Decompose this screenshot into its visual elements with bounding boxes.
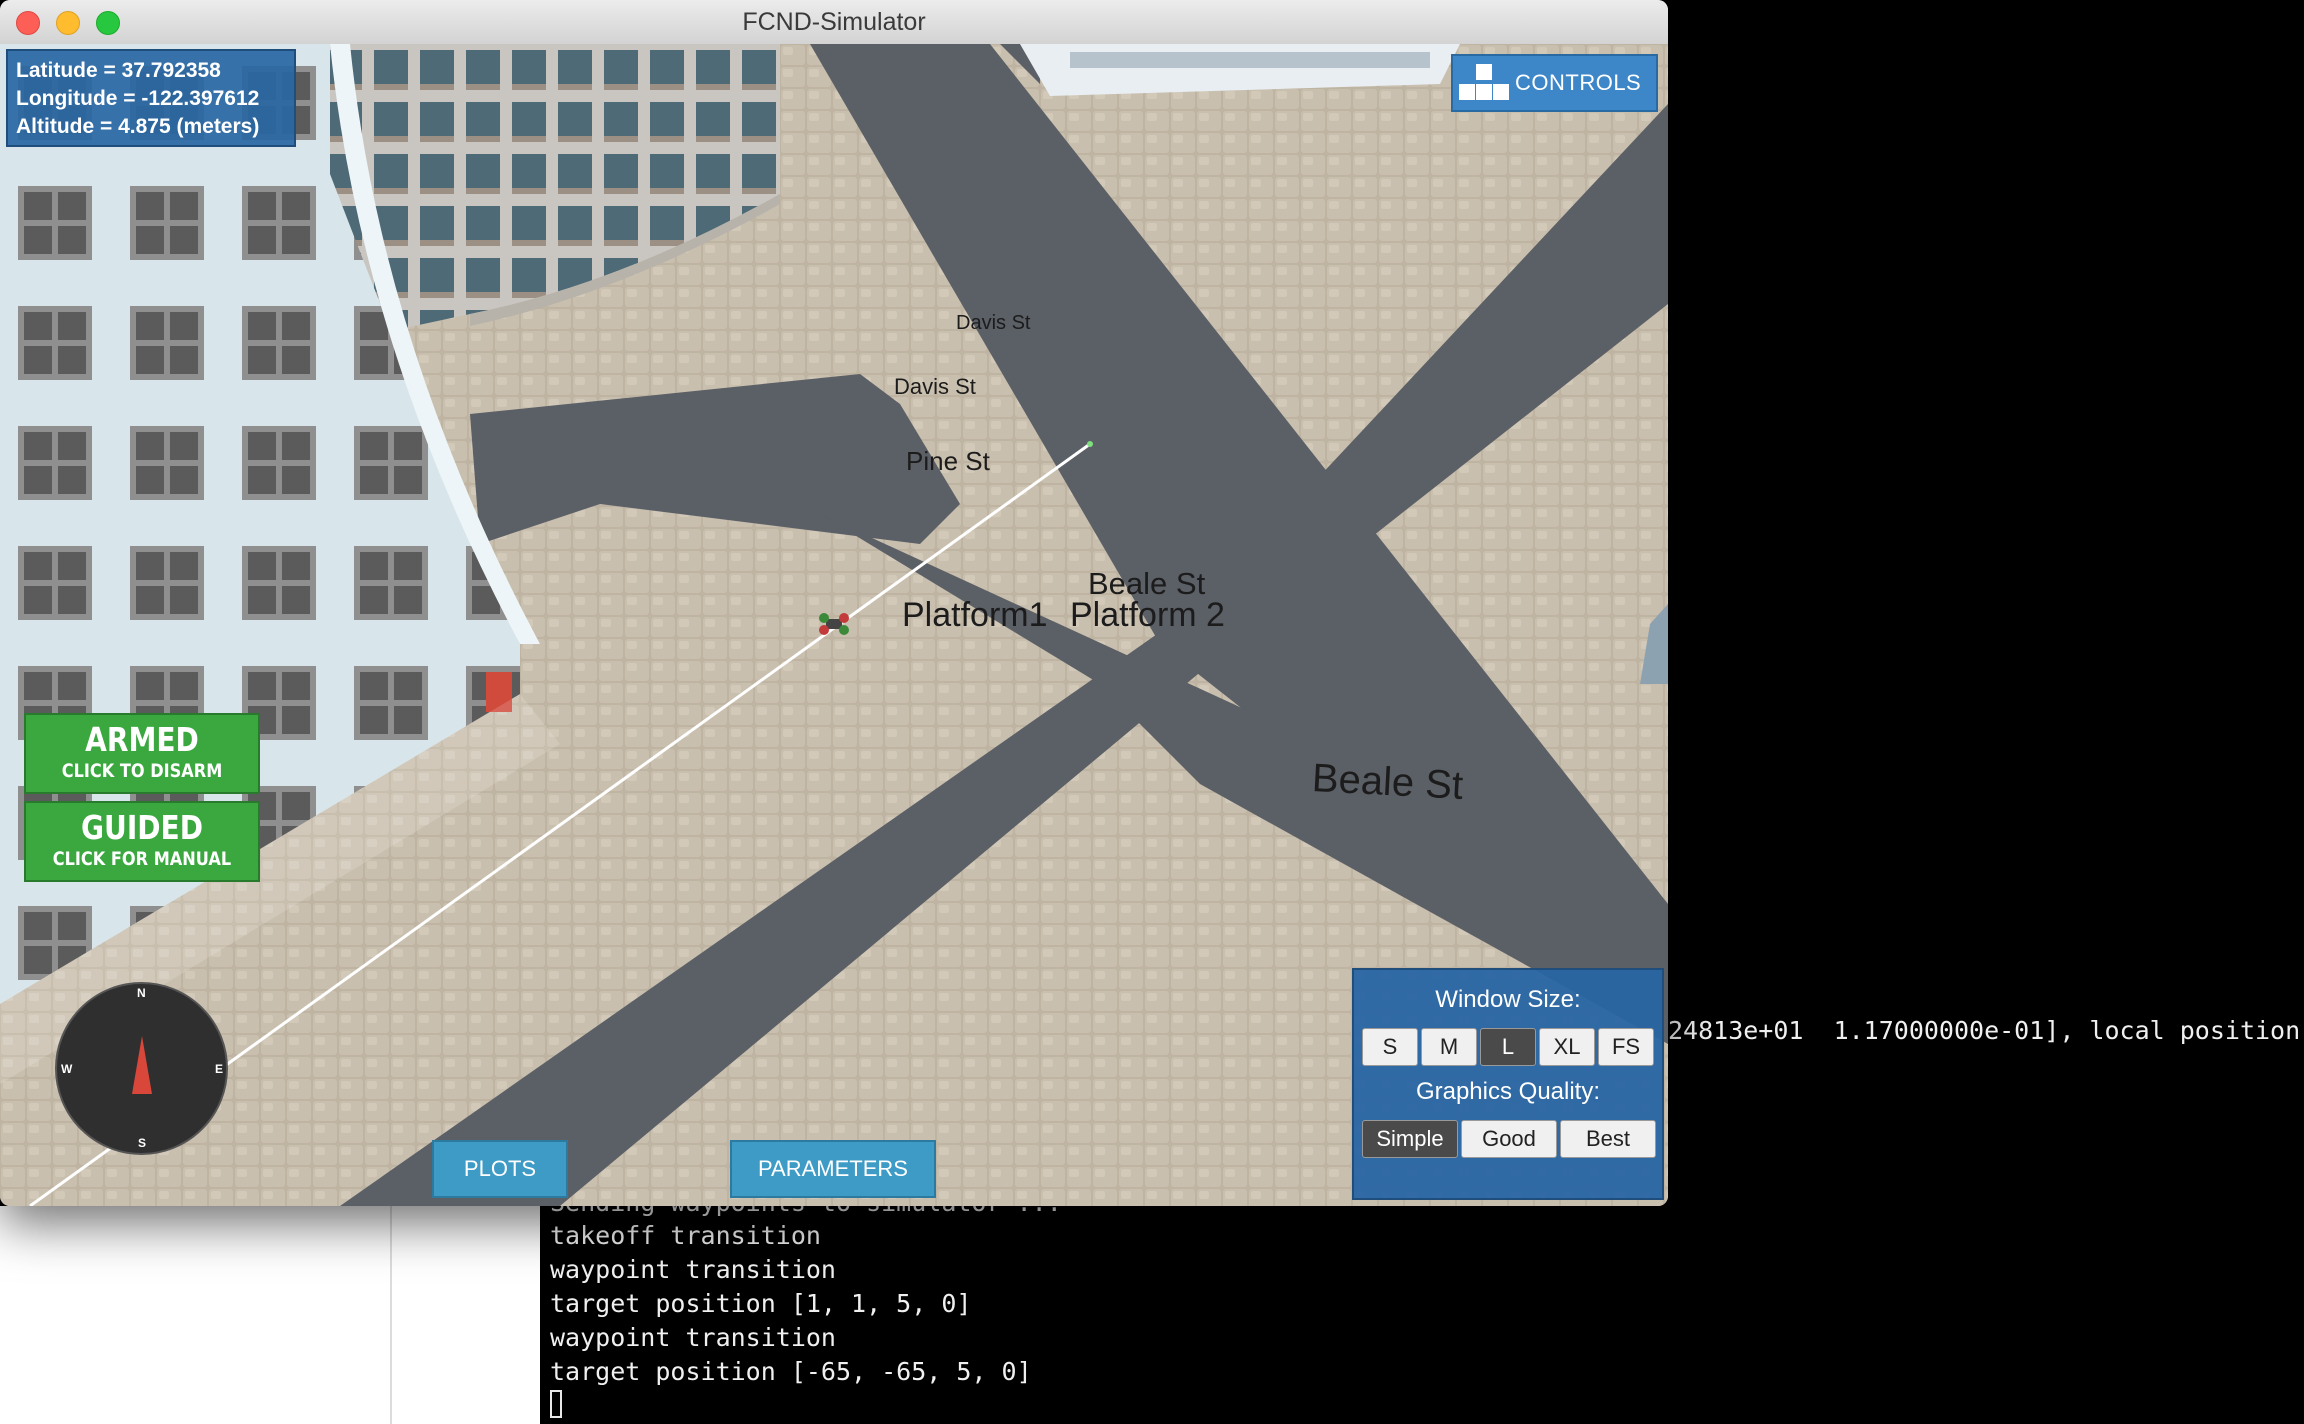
armed-disarm-button[interactable]: ARMED CLICK TO DISARM (24, 713, 260, 794)
street-label-pine-st: Pine St (906, 446, 990, 476)
simulator-window[interactable]: FCND-Simulator Davis St Davis St Pine St… (0, 0, 1668, 1206)
graphics-quality-options: Simple Good Best (1362, 1120, 1656, 1158)
quality-good-button[interactable]: Good (1461, 1120, 1557, 1158)
plots-button[interactable]: PLOTS (432, 1140, 568, 1198)
size-l-button[interactable]: L (1480, 1028, 1536, 1066)
terminal-line: target position [-65, -65, 5, 0] (550, 1357, 1032, 1386)
latitude-readout: Latitude = 37.792358 (16, 59, 221, 82)
compass-south-label: S (138, 1136, 147, 1150)
controls-button[interactable]: CONTROLS (1451, 54, 1658, 112)
guided-label: GUIDED (81, 808, 203, 847)
terminal-line: target position [1, 1, 5, 0] (550, 1289, 972, 1318)
compass-east-label: E (215, 1062, 224, 1076)
parameters-button[interactable]: PARAMETERS (730, 1140, 936, 1198)
background-divider (390, 1206, 392, 1424)
terminal-line: takeoff transition (550, 1221, 821, 1250)
terminal-line: waypoint transition (550, 1255, 836, 1284)
street-label-davis-st: Davis St (956, 312, 1031, 334)
size-fs-button[interactable]: FS (1598, 1028, 1654, 1066)
window-size-options: S M L XL FS (1362, 1028, 1656, 1066)
platform-label-2: Platform 2 (1070, 596, 1225, 634)
window-title: FCND-Simulator (742, 8, 926, 36)
altitude-readout: Altitude = 4.875 (meters) (16, 115, 260, 138)
window-size-title: Window Size: (1435, 986, 1581, 1013)
size-m-button[interactable]: M (1421, 1028, 1477, 1066)
armed-sublabel: CLICK TO DISARM (61, 760, 223, 782)
terminal-cursor (550, 1390, 562, 1418)
longitude-readout: Longitude = -122.397612 (16, 87, 260, 110)
platform-label-1: Platform1 (902, 596, 1048, 634)
quality-best-button[interactable]: Best (1560, 1120, 1656, 1158)
terminal-line: waypoint transition (550, 1323, 836, 1352)
street-label-beale-st: Beale St (1310, 756, 1465, 808)
size-xl-button[interactable]: XL (1539, 1028, 1595, 1066)
street-label-davis-st: Davis St (894, 374, 976, 399)
compass-needle-icon (132, 1036, 152, 1094)
guided-manual-button[interactable]: GUIDED CLICK FOR MANUAL (24, 801, 260, 882)
quality-simple-button[interactable]: Simple (1362, 1120, 1458, 1158)
title-bar[interactable]: FCND-Simulator (0, 0, 1668, 45)
guided-sublabel: CLICK FOR MANUAL (52, 848, 232, 870)
controls-label: CONTROLS (1515, 70, 1642, 95)
graphics-quality-title: Graphics Quality: (1415, 1078, 1601, 1105)
compass-west-label: W (61, 1062, 73, 1076)
size-s-button[interactable]: S (1362, 1028, 1418, 1066)
gps-readout-panel: Latitude = 37.792358 Longitude = -122.39… (6, 49, 296, 147)
keys-icon (1459, 64, 1509, 100)
compass: N E S W (55, 982, 228, 1155)
background-window[interactable] (0, 1206, 540, 1424)
terminal-partial-line: 24813e+01 1.17000000e-01], local positio… (1668, 1016, 2304, 1045)
compass-north-label: N (137, 986, 146, 1000)
armed-label: ARMED (85, 720, 199, 759)
display-settings-panel: Window Size: S M L XL FS Graphics Qualit… (1352, 968, 1664, 1200)
